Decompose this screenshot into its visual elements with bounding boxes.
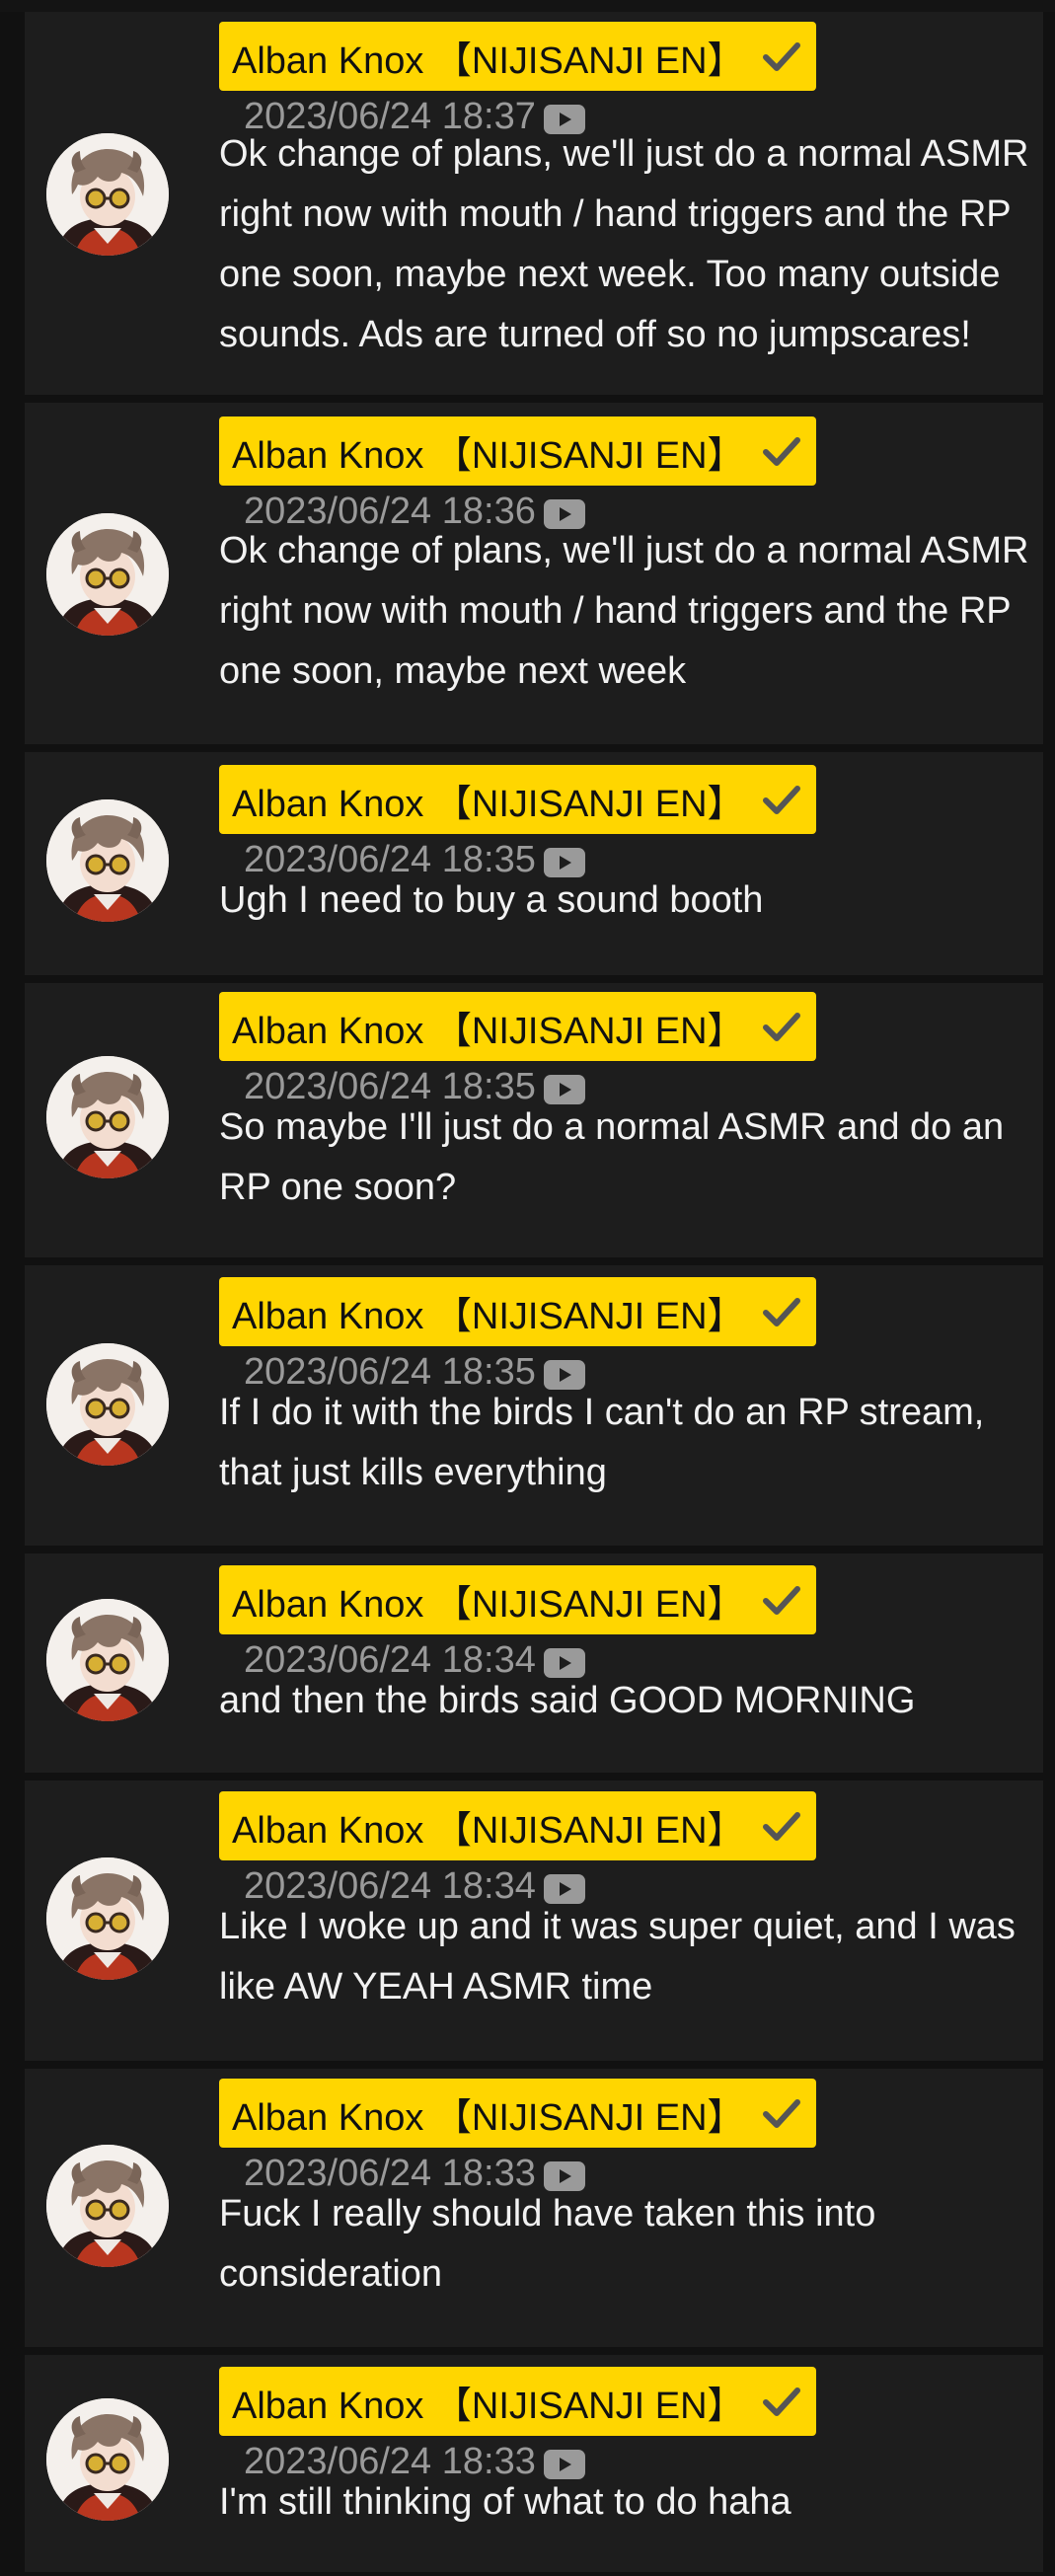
author-name: Alban Knox 【NIJISANJI EN】 xyxy=(232,783,745,825)
message-text: Fuck I really should have taken this int… xyxy=(219,2193,876,2295)
avatar[interactable] xyxy=(46,2145,169,2267)
avatar[interactable] xyxy=(46,799,169,922)
author-name-badge[interactable]: Alban Knox 【NIJISANJI EN】 xyxy=(219,1791,816,1860)
message-text: If I do it with the birds I can't do an … xyxy=(219,1392,985,1493)
avatar[interactable] xyxy=(46,2398,169,2521)
author-name-badge[interactable]: Alban Knox 【NIJISANJI EN】 xyxy=(219,417,816,486)
author-name-badge[interactable]: Alban Knox 【NIJISANJI EN】 xyxy=(219,1277,816,1346)
verified-check-icon xyxy=(761,1806,802,1846)
top-divider xyxy=(0,0,1055,12)
author-name: Alban Knox 【NIJISANJI EN】 xyxy=(232,1583,745,1626)
avatar[interactable] xyxy=(46,513,169,636)
chat-message: Alban Knox 【NIJISANJI EN】 2023/06/24 18:3… xyxy=(25,1780,1043,2061)
chat-message: Alban Knox 【NIJISANJI EN】 2023/06/24 18:3… xyxy=(25,983,1043,1257)
message-text: and then the birds said GOOD MORNING xyxy=(219,1680,916,1721)
verified-check-icon xyxy=(761,1007,802,1046)
avatar[interactable] xyxy=(46,1857,169,1980)
chat-message: Alban Knox 【NIJISANJI EN】 2023/06/24 18:3… xyxy=(25,403,1043,744)
verified-check-icon xyxy=(761,780,802,819)
chat-message: Alban Knox 【NIJISANJI EN】 2023/06/24 18:3… xyxy=(25,752,1043,975)
message-text: Ugh I need to buy a sound booth xyxy=(219,879,764,921)
verified-check-icon xyxy=(761,37,802,76)
avatar[interactable] xyxy=(46,133,169,256)
author-name: Alban Knox 【NIJISANJI EN】 xyxy=(232,1295,745,1337)
avatar[interactable] xyxy=(46,1599,169,1721)
author-name-badge[interactable]: Alban Knox 【NIJISANJI EN】 xyxy=(219,1565,816,1634)
chat-message: Alban Knox 【NIJISANJI EN】 2023/06/24 18:3… xyxy=(25,2069,1043,2347)
author-name: Alban Knox 【NIJISANJI EN】 xyxy=(232,39,745,82)
verified-check-icon xyxy=(761,1580,802,1620)
author-name-badge[interactable]: Alban Knox 【NIJISANJI EN】 xyxy=(219,22,816,91)
message-text: Ok change of plans, we'll just do a norm… xyxy=(219,133,1029,355)
message-text: I'm still thinking of what to do haha xyxy=(219,2481,791,2523)
message-feed: Alban Knox 【NIJISANJI EN】 2023/06/24 18:3… xyxy=(0,0,1055,2576)
author-name-badge[interactable]: Alban Knox 【NIJISANJI EN】 xyxy=(219,992,816,1061)
avatar[interactable] xyxy=(46,1343,169,1466)
author-name-badge[interactable]: Alban Knox 【NIJISANJI EN】 xyxy=(219,2367,816,2436)
chat-message: Alban Knox 【NIJISANJI EN】 2023/06/24 18:3… xyxy=(25,12,1043,395)
author-name: Alban Knox 【NIJISANJI EN】 xyxy=(232,434,745,477)
author-name: Alban Knox 【NIJISANJI EN】 xyxy=(232,2385,745,2427)
message-text: So maybe I'll just do a normal ASMR and … xyxy=(219,1106,1005,1208)
message-text: Ok change of plans, we'll just do a norm… xyxy=(219,530,1029,692)
avatar[interactable] xyxy=(46,1056,169,1178)
verified-check-icon xyxy=(761,1292,802,1331)
chat-message: Alban Knox 【NIJISANJI EN】 2023/06/24 18:3… xyxy=(25,1265,1043,1546)
message-text: Like I woke up and it was super quiet, a… xyxy=(219,1906,1016,2008)
author-name: Alban Knox 【NIJISANJI EN】 xyxy=(232,2096,745,2139)
chat-message: Alban Knox 【NIJISANJI EN】 2023/06/24 18:3… xyxy=(25,2355,1043,2572)
verified-check-icon xyxy=(761,2382,802,2421)
chat-message: Alban Knox 【NIJISANJI EN】 2023/06/24 18:3… xyxy=(25,1553,1043,1773)
author-name: Alban Knox 【NIJISANJI EN】 xyxy=(232,1809,745,1852)
author-name-badge[interactable]: Alban Knox 【NIJISANJI EN】 xyxy=(219,2079,816,2148)
verified-check-icon xyxy=(761,2093,802,2133)
author-name-badge[interactable]: Alban Knox 【NIJISANJI EN】 xyxy=(219,765,816,834)
author-name: Alban Knox 【NIJISANJI EN】 xyxy=(232,1010,745,1052)
verified-check-icon xyxy=(761,431,802,471)
